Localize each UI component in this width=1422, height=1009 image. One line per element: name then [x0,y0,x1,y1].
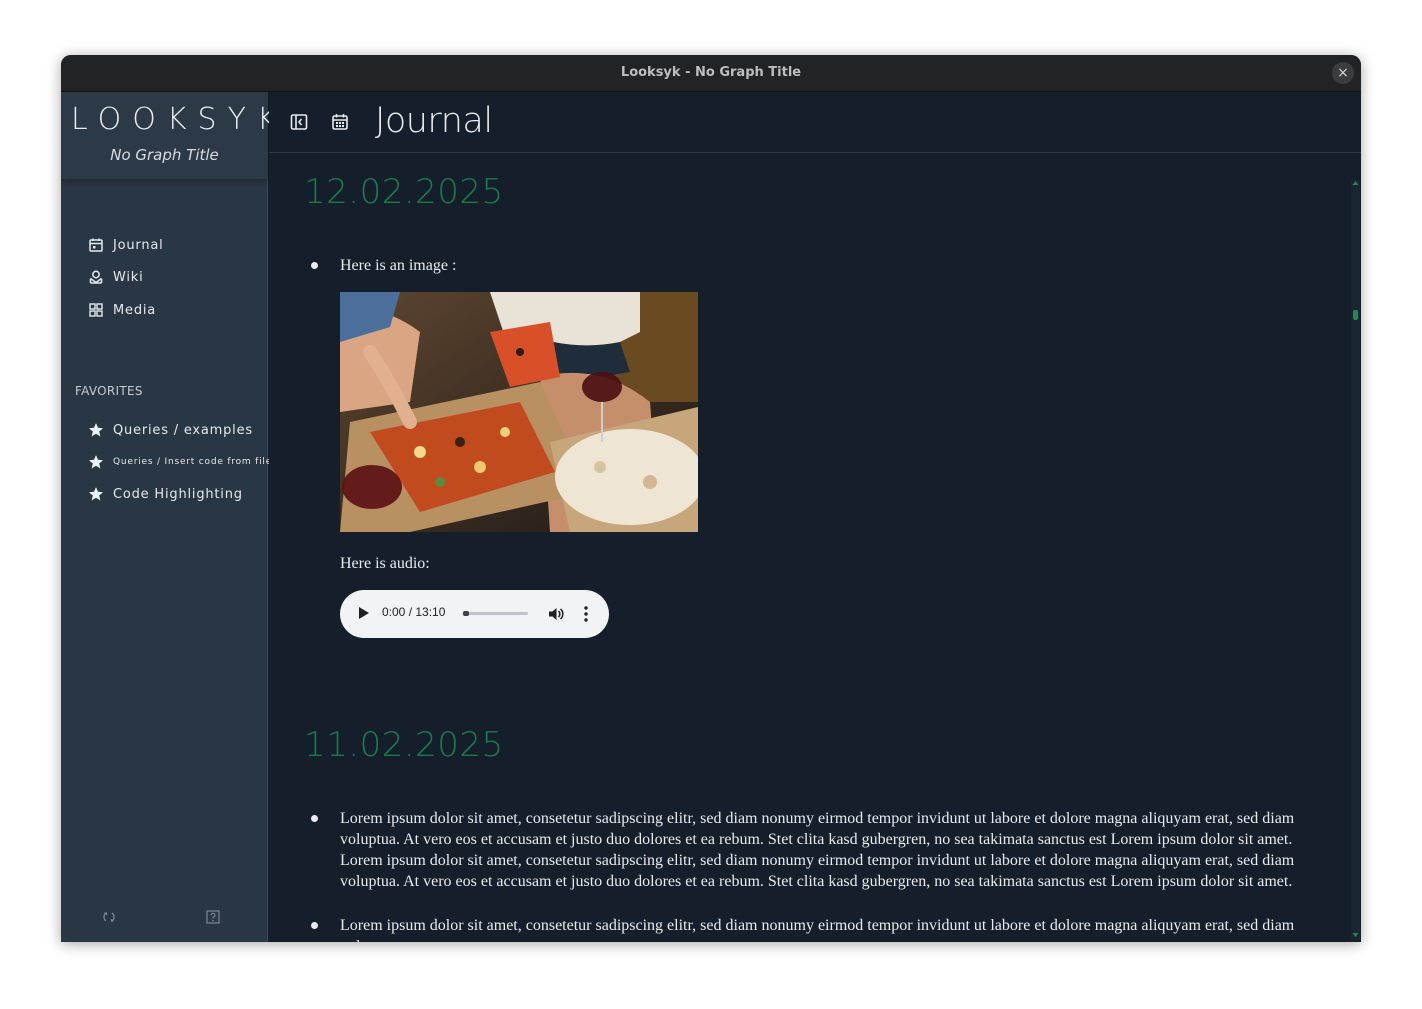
audio-seek-progress [463,611,469,616]
sidebar: LOOKSYK No Graph Title Journal Wiki Medi… [61,92,288,942]
audio-time: 0:00 / 13:10 [382,605,446,619]
grid-icon [89,303,103,317]
star-icon [89,487,103,501]
sidebar-toggle-icon[interactable] [290,113,308,131]
journal-date-heading[interactable]: 12.02.2025 [304,172,504,212]
block-text[interactable]: Lorem ipsum dolor sit amet, consetetur s… [340,915,1330,942]
close-icon: × [1337,65,1349,81]
audio-player: 0:00 / 13:10 [340,590,609,638]
sidebar-item-media[interactable]: Media [88,299,156,321]
sidebar-item-label: Wiki [113,269,144,285]
scroll-up-arrow-icon[interactable] [1352,180,1359,186]
sync-icon[interactable] [102,910,116,924]
journal-date-heading[interactable]: 11.02.2025 [304,725,504,765]
scroll-down-arrow-icon[interactable] [1352,932,1359,938]
block-text[interactable]: Here is audio: [340,553,430,574]
favorite-item-queries-examples[interactable]: Queries / examples [88,419,253,441]
bullet [311,262,318,269]
sidebar-item-label: Journal [113,237,164,253]
journal-content: 12.02.2025 Here is an image : Here is au… [269,154,1349,942]
page-header: Journal [269,92,1361,153]
page-title: Journal [375,101,493,141]
graph-title: No Graph Title [110,146,219,164]
bullet [311,922,318,929]
block-text[interactable]: Here is an image : [340,255,456,276]
wiki-icon [89,270,103,284]
star-icon [89,455,103,469]
help-icon[interactable] [206,910,220,924]
sidebar-item-label: Media [113,302,157,318]
brand-header: LOOKSYK No Graph Title [61,92,288,179]
close-button[interactable]: × [1332,62,1354,84]
audio-seek-bar[interactable] [463,611,528,616]
sidebar-item-wiki[interactable]: Wiki [88,266,144,288]
app-window: Looksyk - No Graph Title × LOOKSYK No Gr… [61,55,1361,942]
calendar-icon[interactable] [331,113,349,131]
favorite-item-label: Queries / examples [113,422,253,438]
main-panel: Journal 12.02.2025 Here is an image : He… [269,92,1361,942]
block-text[interactable]: Lorem ipsum dolor sit amet, consetetur s… [340,808,1330,892]
volume-icon[interactable] [548,606,564,622]
favorite-item-label: Queries / Insert code from file [113,457,273,467]
favorite-item-queries-insert-code[interactable]: Queries / Insert code from file [88,451,272,473]
sidebar-item-journal[interactable]: Journal [88,234,164,256]
embedded-image [340,292,698,532]
scrollbar[interactable] [1351,180,1360,940]
more-options-icon[interactable] [584,605,588,623]
bullet [311,815,318,822]
favorites-title: FAVORITES [75,384,143,398]
title-bar: Looksyk - No Graph Title × [61,55,1361,92]
play-icon[interactable] [359,607,369,619]
calendar-icon [89,238,103,252]
app-logo: LOOKSYK [71,102,288,137]
window-title: Looksyk - No Graph Title [620,65,802,80]
scroll-thumb[interactable] [1353,310,1358,320]
star-icon [89,423,103,437]
favorite-item-code-highlighting[interactable]: Code Highlighting [88,483,243,505]
favorite-item-label: Code Highlighting [113,486,243,502]
